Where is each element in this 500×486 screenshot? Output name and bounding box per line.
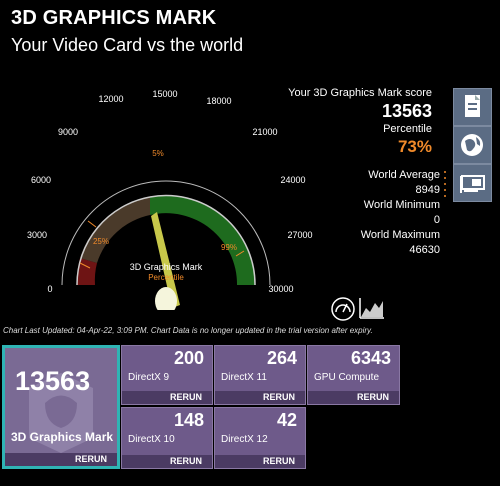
percentile-value: 73% xyxy=(397,137,432,156)
score-panel: Your 3D Graphics Mark score 13563 Percen… xyxy=(288,86,432,158)
tile-dx9-value: 200 xyxy=(173,348,204,368)
page-subtitle: Your Video Card vs the world xyxy=(11,35,244,55)
tile-gpu-rerun-button[interactable]: RERUN xyxy=(308,391,399,404)
tick-label-21000: 21000 xyxy=(252,127,277,137)
gauge-icon[interactable] xyxy=(330,296,356,322)
score-value: 13563 xyxy=(381,101,432,121)
stats-marker-dots xyxy=(444,171,446,197)
tick-label-27000: 27000 xyxy=(287,230,312,240)
tick-label-18000: 18000 xyxy=(206,96,231,106)
tile-dx11-rerun-button[interactable]: RERUN xyxy=(215,391,305,404)
tick-label-15000: 15000 xyxy=(152,89,177,99)
tile-dx9-rerun-button[interactable]: RERUN xyxy=(122,391,212,404)
tile-dx11-value: 264 xyxy=(266,348,297,368)
pct-label-99: 99% xyxy=(221,243,237,252)
percentile-label: Percentile xyxy=(383,123,432,135)
tile-dx10-rerun-button[interactable]: RERUN xyxy=(122,455,212,468)
tile-dx12-value: 42 xyxy=(276,410,297,430)
tile-gpu-value: 6343 xyxy=(350,348,391,368)
tile-main-value: 13563 xyxy=(15,366,91,396)
tick-label-30000: 30000 xyxy=(268,284,293,294)
tick-label-0: 0 xyxy=(47,284,52,294)
gauge-band-mid xyxy=(80,197,150,263)
tile-dx10-label: DirectX 10 xyxy=(128,434,175,445)
graphics-mark-gauge: 0 3000 6000 9000 12000 15000 18000 21000… xyxy=(27,89,313,310)
tile-directx12[interactable]: 42 DirectX 12 RERUN xyxy=(214,407,306,469)
world-average-value: 8949 xyxy=(415,184,440,196)
world-minimum-label: World Minimum xyxy=(363,199,440,211)
tick-label-9000: 9000 xyxy=(58,127,78,137)
page-title: 3D GRAPHICS MARK xyxy=(11,7,217,29)
tile-3d-graphics-mark[interactable]: 13563 3D Graphics Mark RERUN xyxy=(2,345,120,469)
chart-icon[interactable] xyxy=(358,296,386,322)
gauge-center-sublabel: Percentile xyxy=(148,273,184,282)
tile-directx9[interactable]: 200 DirectX 9 RERUN xyxy=(121,345,213,405)
gauge-center-label: 3D Graphics Mark xyxy=(130,262,203,272)
score-label: Your 3D Graphics Mark score xyxy=(288,87,432,99)
tile-main-label: 3D Graphics Mark xyxy=(11,430,114,444)
world-average-label: World Average xyxy=(368,169,440,181)
world-maximum-label: World Maximum xyxy=(360,229,440,241)
tile-dx12-label: DirectX 12 xyxy=(221,434,268,445)
tile-main-rerun-button[interactable]: RERUN xyxy=(5,453,117,466)
tile-dx10-value: 148 xyxy=(173,410,204,430)
tick-label-12000: 12000 xyxy=(98,94,123,104)
tile-gpu-label: GPU Compute xyxy=(314,372,380,383)
tile-directx11[interactable]: 264 DirectX 11 RERUN xyxy=(214,345,306,405)
tile-dx12-rerun-button[interactable]: RERUN xyxy=(215,455,305,468)
gpu-card-icon[interactable] xyxy=(453,164,492,202)
world-stats: World Average 8949 World Minimum 0 World… xyxy=(361,168,440,258)
tick-label-6000: 6000 xyxy=(31,175,51,185)
tile-dx11-label: DirectX 11 xyxy=(221,372,267,383)
tile-gpu-compute[interactable]: 6343 GPU Compute RERUN xyxy=(307,345,400,405)
world-minimum-value: 0 xyxy=(433,214,440,226)
world-maximum-value: 46630 xyxy=(409,244,440,256)
tick-label-24000: 24000 xyxy=(280,175,305,185)
chart-footnote: Chart Last Updated: 04-Apr-22, 3:09 PM. … xyxy=(3,326,373,335)
pct-label-50: 5% xyxy=(152,149,164,158)
tile-dx9-label: DirectX 9 xyxy=(128,372,170,383)
pct-label-25: 25% xyxy=(93,237,109,246)
tile-directx10[interactable]: 148 DirectX 10 RERUN xyxy=(121,407,213,469)
tick-label-3000: 3000 xyxy=(27,230,47,240)
globe-icon[interactable] xyxy=(453,126,492,164)
document-icon[interactable] xyxy=(453,88,492,126)
